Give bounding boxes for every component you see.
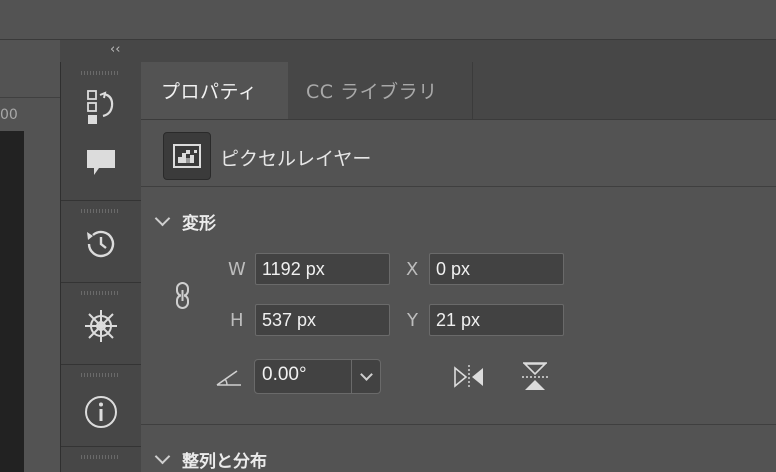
- ruler-label: 00: [0, 107, 18, 123]
- chevron-down-icon: [359, 368, 373, 381]
- application-bar: [0, 0, 776, 40]
- properties-panel: プロパティ CC ライブラリ ピクセルレイヤー 変形 W 1192 px X 0…: [141, 62, 776, 472]
- section-divider: [141, 424, 776, 425]
- transform-title: 変形: [182, 214, 216, 234]
- chevron-down-icon: [154, 448, 171, 465]
- panel-tab-bar: プロパティ CC ライブラリ: [141, 62, 776, 120]
- align-section-header[interactable]: 整列と分布: [153, 447, 267, 472]
- navigator-icon[interactable]: [83, 308, 119, 344]
- x-label: X: [406, 259, 419, 280]
- rotation-value[interactable]: 0.00°: [262, 364, 307, 386]
- layer-comps-icon[interactable]: [83, 90, 119, 126]
- comment-icon[interactable]: [83, 145, 119, 181]
- align-title: 整列と分布: [182, 452, 267, 472]
- dock-group-2: [61, 201, 141, 283]
- dock-grip[interactable]: [81, 209, 119, 213]
- layer-type-label: ピクセルレイヤー: [220, 148, 372, 170]
- flip-horizontal-button[interactable]: [452, 363, 486, 395]
- dock-group-1: [61, 62, 141, 201]
- height-label: H: [230, 310, 244, 331]
- dock-grip[interactable]: [81, 71, 119, 75]
- dock-group-5: [61, 447, 141, 472]
- width-label: W: [228, 259, 246, 280]
- dock-grip[interactable]: [81, 373, 119, 377]
- canvas[interactable]: [0, 131, 24, 472]
- panel-collapse-strip: [60, 40, 776, 63]
- dock-grip[interactable]: [81, 291, 119, 295]
- flip-horizontal-icon: [454, 365, 483, 389]
- x-field[interactable]: 0 px: [429, 253, 564, 285]
- rotation-dropdown-button[interactable]: [352, 360, 380, 393]
- y-label: Y: [407, 310, 418, 331]
- width-field[interactable]: 1192 px: [255, 253, 390, 285]
- tab-properties[interactable]: プロパティ: [141, 62, 288, 119]
- chevron-down-icon: [154, 210, 171, 227]
- transform-section-header[interactable]: 変形: [153, 209, 216, 234]
- angle-icon: [215, 367, 243, 391]
- info-icon[interactable]: [83, 394, 119, 430]
- panel-dock: [60, 62, 142, 472]
- collapse-panels-button[interactable]: ‹‹: [110, 42, 120, 57]
- pixel-layer-icon: [163, 132, 211, 180]
- tab-cc-libraries[interactable]: CC ライブラリ: [288, 62, 473, 119]
- dock-grip[interactable]: [81, 455, 119, 459]
- rotation-combo[interactable]: 0.00°: [254, 359, 381, 394]
- y-field[interactable]: 21 px: [429, 304, 564, 336]
- flip-vertical-icon: [522, 362, 548, 390]
- flip-vertical-button[interactable]: [520, 361, 550, 397]
- dock-group-4: [61, 365, 141, 447]
- tab-cc-libraries-label: CC ライブラリ: [306, 81, 438, 103]
- link-icon[interactable]: [171, 281, 195, 315]
- dock-group-3: [61, 283, 141, 365]
- height-field[interactable]: 537 px: [255, 304, 390, 336]
- tab-properties-label: プロパティ: [161, 81, 258, 103]
- history-icon[interactable]: [83, 226, 119, 262]
